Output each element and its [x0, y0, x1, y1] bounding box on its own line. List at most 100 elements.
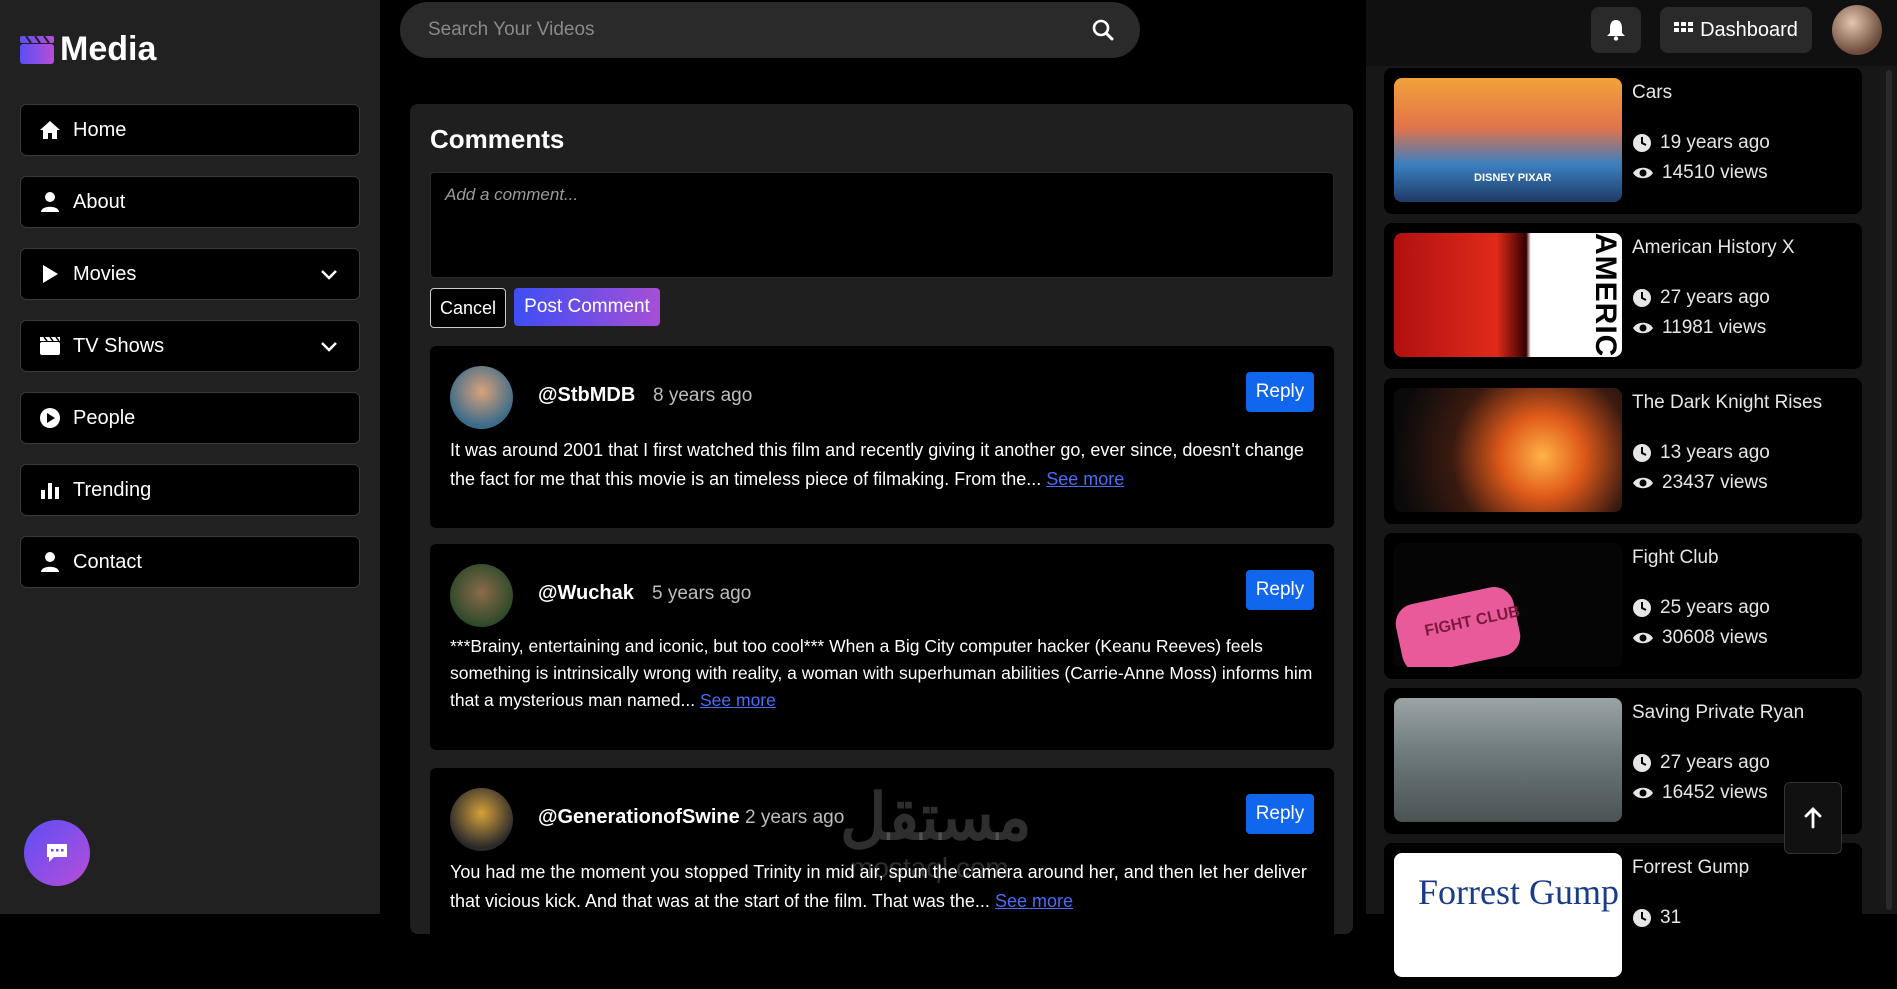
comment-body: It was around 2001 that I first watched … [450, 440, 1304, 489]
video-age-text: 13 years ago [1660, 442, 1770, 463]
video-thumbnail[interactable]: DISNEY PIXAR [1394, 78, 1622, 202]
sidebar-nav: Home About Movies TV Shows People Trendi… [20, 104, 360, 608]
video-thumbnail[interactable] [1394, 388, 1622, 512]
video-title[interactable]: The Dark Knight Rises [1632, 392, 1822, 414]
comment-text: It was around 2001 that I first watched … [450, 436, 1314, 494]
cancel-button[interactable]: Cancel [430, 288, 506, 328]
reply-button[interactable]: Reply [1246, 794, 1314, 834]
comment-body: ***Brainy, entertaining and iconic, but … [450, 636, 1313, 710]
dashboard-button[interactable]: Dashboard [1660, 7, 1812, 53]
scrollbar[interactable] [1886, 70, 1892, 910]
user-avatar[interactable] [1832, 5, 1882, 55]
video-views-text: 30608 views [1662, 627, 1768, 648]
video-thumbnail[interactable] [1394, 698, 1622, 822]
reply-button[interactable]: Reply [1246, 372, 1314, 412]
comment-avatar[interactable] [450, 788, 513, 851]
sidebar-item-people[interactable]: People [20, 392, 360, 444]
sidebar-item-trending[interactable]: Trending [20, 464, 360, 516]
comment-username[interactable]: @Wuchak [538, 582, 634, 605]
eye-icon [1633, 477, 1653, 489]
comment-time: 8 years ago [653, 385, 753, 406]
arrow-up-icon [1804, 807, 1822, 829]
sidebar-item-label: Movies [73, 262, 137, 285]
related-video-card[interactable]: FIGHT CLUB Fight Club 25 years ago 30608… [1384, 533, 1862, 679]
clock-icon [1633, 289, 1651, 307]
video-age: 19 years ago [1632, 132, 1770, 154]
logo[interactable]: Media [20, 30, 156, 69]
video-age-text: 25 years ago [1660, 597, 1770, 618]
comment-time: 5 years ago [652, 583, 752, 604]
video-views: 16452 views [1632, 782, 1768, 804]
see-more-link[interactable]: See more [995, 891, 1073, 911]
sidebar-item-label: About [73, 190, 126, 213]
video-age-text: 27 years ago [1660, 287, 1770, 308]
related-video-card[interactable]: AMERIC American History X 27 years ago 1… [1384, 223, 1862, 369]
chevron-down-icon[interactable] [319, 337, 339, 357]
watermark-logo: مستقل [840, 781, 1032, 853]
bell-icon [1607, 20, 1625, 41]
eye-icon [1633, 167, 1653, 179]
bar-chart-icon [39, 479, 61, 501]
related-video-card[interactable]: The Dark Knight Rises 13 years ago 23437… [1384, 378, 1862, 524]
video-views: 30608 views [1632, 627, 1768, 649]
chevron-down-icon[interactable] [319, 265, 339, 285]
video-title[interactable]: American History X [1632, 237, 1795, 259]
video-views-text: 14510 views [1662, 162, 1768, 183]
video-age: 27 years ago [1632, 752, 1770, 774]
chat-button[interactable] [24, 820, 90, 886]
sidebar-item-contact[interactable]: Contact [20, 536, 360, 588]
sidebar-item-movies[interactable]: Movies [20, 248, 360, 300]
comment-text: ***Brainy, entertaining and iconic, but … [450, 633, 1314, 714]
play-circle-icon [39, 407, 61, 429]
comment-input[interactable] [430, 172, 1334, 278]
scroll-to-top-button[interactable] [1784, 782, 1842, 854]
related-video-card[interactable]: Forrest Gump Forrest Gump 31 [1384, 843, 1862, 989]
comment-username[interactable]: @StbMDB [538, 384, 635, 407]
clock-icon [1633, 134, 1651, 152]
video-age-text: 31 [1660, 907, 1682, 928]
video-age-text: 27 years ago [1660, 752, 1770, 773]
comment-card: @Wuchak 5 years ago Reply ***Brainy, ent… [430, 544, 1334, 750]
sidebar-item-label: Contact [73, 550, 142, 573]
comment-avatar[interactable] [450, 366, 513, 429]
clock-icon [1633, 909, 1651, 927]
thumbnail-label: DISNEY PIXAR [1474, 172, 1552, 184]
comment-avatar[interactable] [450, 564, 513, 627]
home-icon [39, 119, 61, 141]
comments-title: Comments [430, 124, 565, 154]
video-title[interactable]: Forrest Gump [1632, 857, 1749, 879]
thumbnail-label: Forrest Gump [1418, 872, 1619, 912]
video-thumbnail[interactable]: Forrest Gump [1394, 853, 1622, 977]
video-age-text: 19 years ago [1660, 132, 1770, 153]
see-more-link[interactable]: See more [1046, 469, 1124, 489]
comment-username[interactable]: @GenerationofSwine [538, 806, 740, 829]
sidebar-item-home[interactable]: Home [20, 104, 360, 156]
watermark-url: mostaql.com [850, 852, 1009, 883]
video-title[interactable]: Saving Private Ryan [1632, 702, 1804, 724]
video-title[interactable]: Fight Club [1632, 547, 1719, 569]
clapperboard-logo-icon [20, 35, 54, 64]
video-views: 23437 views [1632, 472, 1768, 494]
eye-icon [1633, 787, 1653, 799]
related-video-card[interactable]: DISNEY PIXAR Cars 19 years ago 14510 vie… [1384, 68, 1862, 214]
sidebar-item-label: Home [73, 118, 127, 141]
search-bar [400, 2, 1140, 58]
search-input[interactable] [426, 18, 1092, 42]
grid-icon [1674, 22, 1694, 32]
app-name: Media [60, 30, 157, 68]
clock-icon [1633, 599, 1651, 617]
notifications-button[interactable] [1591, 7, 1641, 53]
reply-button[interactable]: Reply [1246, 570, 1314, 610]
sidebar-item-label: Trending [73, 478, 152, 501]
comment-card: @StbMDB 8 years ago Reply It was around … [430, 346, 1334, 528]
search-icon[interactable] [1092, 19, 1114, 41]
sidebar-item-tv-shows[interactable]: TV Shows [20, 320, 360, 372]
clapperboard-icon [39, 335, 61, 357]
video-thumbnail[interactable]: FIGHT CLUB [1394, 543, 1622, 667]
video-views-text: 11981 views [1662, 317, 1767, 338]
post-comment-button[interactable]: Post Comment [514, 288, 660, 326]
video-thumbnail[interactable]: AMERIC [1394, 233, 1622, 357]
video-title[interactable]: Cars [1632, 82, 1672, 104]
sidebar-item-about[interactable]: About [20, 176, 360, 228]
see-more-link[interactable]: See more [700, 690, 776, 710]
